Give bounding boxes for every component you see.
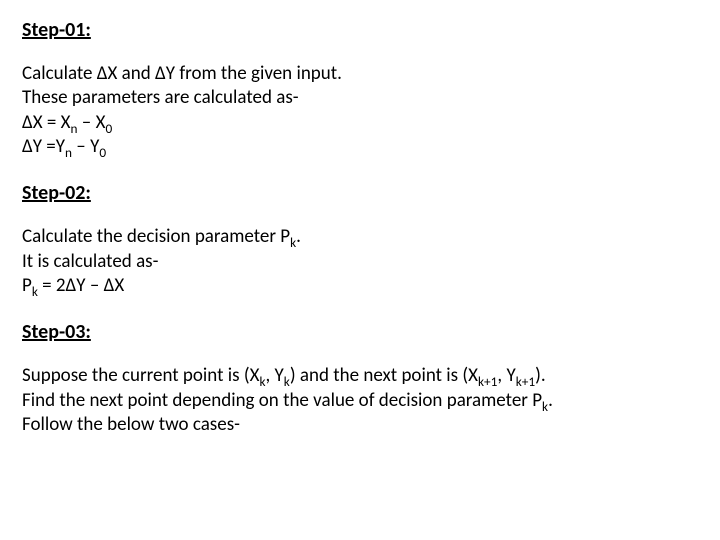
step-02-line-1: Calculate the decision parameter Pk. (22, 225, 698, 249)
step-01-heading: Step-01: (22, 18, 698, 42)
step-02-heading: Step-02: (22, 181, 698, 205)
subscript-k1: k+1 (478, 373, 497, 390)
text: ). (535, 364, 546, 387)
step-03-body: Suppose the current point is (Xk, Yk) an… (22, 364, 698, 437)
step-02-eq: Pk = 2ΔY – ΔX (22, 274, 698, 298)
text: . (296, 225, 301, 248)
subscript-n: n (65, 144, 72, 161)
subscript-0: 0 (99, 144, 106, 161)
text: ΔX = X (22, 111, 71, 134)
step-03-heading: Step-03: (22, 320, 698, 344)
step-01-eq-1: ΔX = Xn – X0 (22, 111, 698, 135)
document-page: Step-01: Calculate ΔX and ΔY from the gi… (0, 0, 720, 477)
text: , Y (266, 364, 284, 387)
subscript-k1: k+1 (516, 373, 535, 390)
text: Find the next point depending on the val… (22, 389, 542, 412)
text: Calculate the decision parameter P (22, 225, 290, 248)
step-01-line-2: These parameters are calculated as- (22, 86, 698, 110)
subscript-n: n (71, 119, 78, 136)
step-03-line-2: Find the next point depending on the val… (22, 389, 698, 413)
text: = 2ΔY – ΔX (38, 274, 124, 297)
text: – X (78, 111, 106, 134)
text: – Y (72, 135, 99, 158)
step-01-line-1: Calculate ΔX and ΔY from the given input… (22, 62, 698, 86)
subscript-0: 0 (105, 119, 112, 136)
step-03-line-3: Follow the below two cases- (22, 413, 698, 437)
step-02-line-2: It is calculated as- (22, 250, 698, 274)
text: ΔY =Y (22, 135, 65, 158)
step-01-eq-2: ΔY =Yn – Y0 (22, 135, 698, 159)
text: ) and the next point is (X (290, 364, 478, 387)
step-03-line-1: Suppose the current point is (Xk, Yk) an… (22, 364, 698, 388)
step-01-body: Calculate ΔX and ΔY from the given input… (22, 62, 698, 159)
text: . (548, 389, 553, 412)
text: , Y (497, 364, 515, 387)
text: P (22, 274, 32, 297)
text: Suppose the current point is (X (22, 364, 259, 387)
step-02-body: Calculate the decision parameter Pk. It … (22, 225, 698, 298)
